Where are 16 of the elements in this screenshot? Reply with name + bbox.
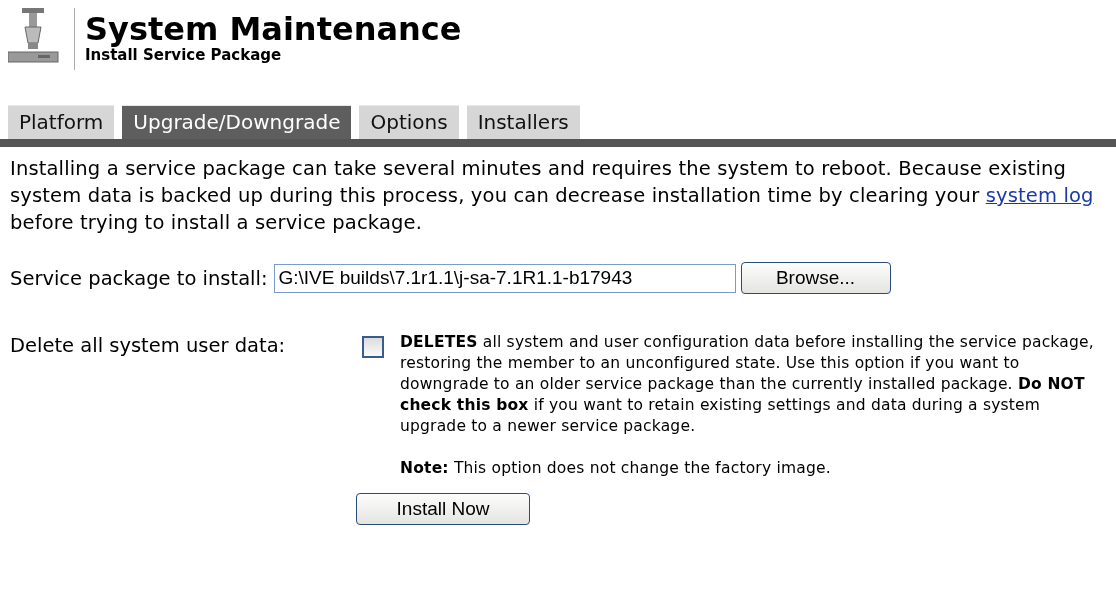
tab[interactable]: Upgrade/Downgrade xyxy=(122,105,352,139)
tab[interactable]: Platform xyxy=(8,105,115,139)
field-label: Service package to install: xyxy=(10,266,268,290)
option-description: DELETES all system and user configuration data before installing the service package, restoring the member to an unconfigured state. Use this option if you want to downgrade to an older service package than the currently installed package. Do NOT check this box if you want to retain existing settings and data during a system upgrade to a newer service package. xyxy=(400,332,1095,437)
intro-paragraph: Installing a service package can take several minutes and requires the system to reboot. Because existing system data is backed up during this process, you can decrease installation time by clearing your system log before trying to install a service package. xyxy=(10,156,1095,236)
browse-button[interactable]: Browse... xyxy=(740,262,891,294)
install-now-button[interactable]: Install Now xyxy=(356,493,530,525)
system-log-link[interactable]: system log xyxy=(985,184,1094,207)
page-subtitle: Install Service Package xyxy=(85,46,283,64)
option-label: Delete all system user data: xyxy=(10,334,287,359)
tab[interactable]: Options xyxy=(359,105,459,139)
file-path-field[interactable]: G:\IVE builds\7.1r1.1\j-sa-7.1R1.1-b17943 xyxy=(273,263,736,293)
note-text: Note: This option does not change the factory image. xyxy=(400,458,832,479)
checkbox[interactable] xyxy=(362,336,384,358)
tab[interactable]: Installers xyxy=(466,105,580,139)
tool-icon xyxy=(8,8,60,66)
